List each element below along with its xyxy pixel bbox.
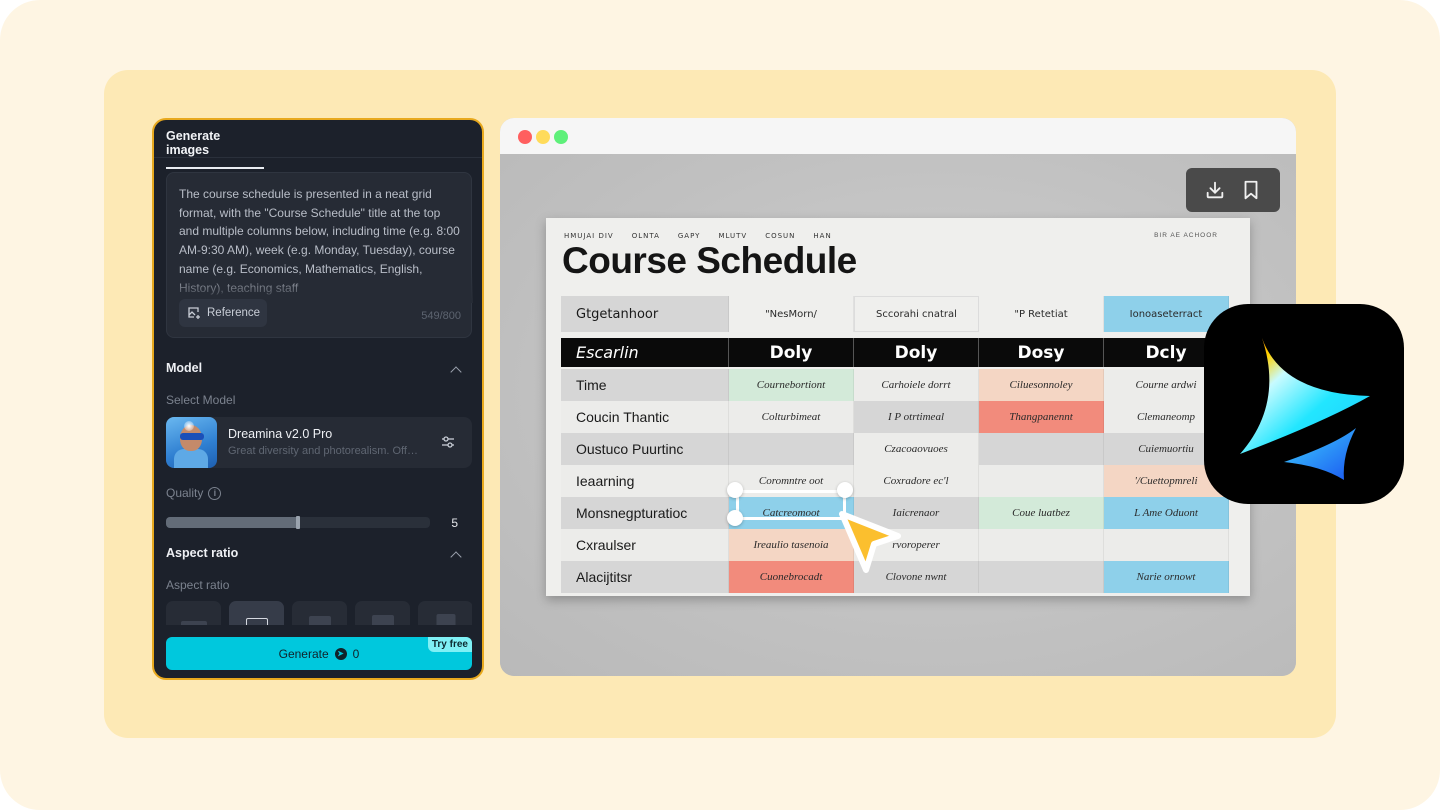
- schedule-top-row: Gtgetanhoor "NesMorn/Sccorahi cnatral "P R…: [561, 296, 1235, 332]
- schedule-row: Time Cournebortiont Carhoiele dorrt Cilueso…: [561, 369, 1235, 401]
- aspect-ratio-label: Aspect ratio: [166, 578, 230, 592]
- schedule-cell: [979, 561, 1104, 593]
- browser-title-bar: [500, 118, 1296, 154]
- schedule-row-label: Gtgetanhoor: [561, 296, 729, 332]
- aspect-section-title: Aspect ratio: [166, 546, 239, 560]
- schedule-cell: Carhoiele dorrt: [854, 369, 979, 401]
- star-logo-icon: [1240, 338, 1370, 480]
- schedule-cell: Ciluesonnoley: [979, 369, 1104, 401]
- schedule-nav-item: HAN: [813, 232, 832, 240]
- pointer-cursor-icon: [839, 511, 901, 573]
- schedule-cell: Colturbimeat: [729, 401, 854, 433]
- download-icon[interactable]: [1204, 179, 1226, 201]
- generated-image-area: HMUJAI DIV OLNTA GAPY MLUTV COSUN HAN BIR AE …: [500, 154, 1296, 676]
- quality-slider[interactable]: [166, 516, 430, 529]
- schedule-cell: "P Retetiat: [979, 296, 1104, 332]
- cell-selection-box[interactable]: [736, 490, 846, 520]
- schedule-cell: [979, 465, 1104, 497]
- model-selector[interactable]: Dreamina v2.0 Pro Great diversity and ph…: [166, 417, 472, 468]
- schedule-nav-item: MLUTV: [718, 232, 748, 240]
- aspect-option-1-1[interactable]: [418, 601, 472, 625]
- schedule-cell: [729, 433, 854, 465]
- quality-slider-fill: [166, 517, 298, 528]
- schedule-row-label: Ieaarning: [561, 465, 729, 497]
- aspect-option-3-2[interactable]: [292, 601, 347, 625]
- aspect-option-21-9[interactable]: [166, 601, 221, 625]
- schedule-cell: I P otrtimeal: [854, 401, 979, 433]
- schedule-nav-item: HMUJAI DIV: [564, 232, 614, 240]
- generate-label: Generate: [278, 646, 329, 661]
- model-name: Dreamina v2.0 Pro: [228, 427, 333, 441]
- schedule-cell: Dosy: [979, 338, 1104, 367]
- schedule-nav-item: GAPY: [677, 232, 701, 240]
- generate-button[interactable]: Generate 0 Try free: [166, 637, 472, 670]
- char-count: 549/800: [421, 310, 461, 322]
- image-add-icon: [188, 307, 200, 319]
- try-free-badge: Try free: [427, 637, 472, 652]
- schedule-nav-right: BIR AE ACHOOR: [1154, 232, 1218, 239]
- browser-window: HMUJAI DIV OLNTA GAPY MLUTV COSUN HAN BIR AE …: [500, 118, 1296, 676]
- model-section-title: Model: [166, 361, 203, 375]
- info-icon[interactable]: i: [208, 486, 222, 500]
- schedule-cell: Thangpanennt: [979, 401, 1104, 433]
- minimize-window-dot[interactable]: [536, 130, 550, 144]
- schedule-row: Ieaarning Coromntre oot Coxradore ec'l '/Cu…: [561, 465, 1235, 497]
- schedule-cell: Narie ornowt: [1104, 561, 1229, 593]
- schedule-row-label: Escarlin: [561, 338, 729, 367]
- schedule-cell: Doly: [729, 338, 854, 367]
- schedule-cell: Doly: [854, 338, 979, 367]
- reference-button[interactable]: Reference: [179, 299, 267, 327]
- schedule-cell: [979, 433, 1104, 465]
- reference-label: Reference: [207, 307, 261, 319]
- schedule-row-label: Alacijtitsr: [561, 561, 729, 593]
- chevron-up-icon[interactable]: [450, 366, 462, 378]
- schedule-title: Course Schedule: [562, 240, 857, 281]
- aspect-option-16-9[interactable]: [229, 601, 284, 625]
- dreamina-app-logo: [1204, 304, 1404, 504]
- maximize-window-dot[interactable]: [554, 130, 568, 144]
- schedule-row-label: Monsnegpturatioc: [561, 497, 729, 529]
- chevron-up-icon[interactable]: [450, 551, 462, 563]
- schedule-row-label: Cxraulser: [561, 529, 729, 561]
- tab-generate-images[interactable]: Generate images: [166, 129, 264, 169]
- schedule-nav-item: OLNTA: [631, 232, 660, 240]
- schedule-row: Coucin Thantic Colturbimeat I P otrtimeal T…: [561, 401, 1235, 433]
- image-action-bar: [1186, 168, 1280, 212]
- quality-label: Quality i: [166, 486, 222, 500]
- schedule-header-row: Escarlin Doly Doly Dosy Dcly: [561, 338, 1235, 367]
- selection-handle-top-right[interactable]: [837, 482, 853, 498]
- schedule-row: Oustuco Puurtinc Czacoaovuoes Cuiemuortiu: [561, 433, 1235, 465]
- schedule-cell: Cournebortiont: [729, 369, 854, 401]
- bookmark-icon[interactable]: [1240, 179, 1262, 201]
- generate-panel: Generate images The course schedule is p…: [152, 118, 484, 680]
- select-model-label: Select Model: [166, 393, 236, 407]
- quality-label-text: Quality: [166, 486, 204, 500]
- panel-tabs: Generate images: [154, 120, 482, 169]
- credit-icon: [334, 647, 347, 660]
- schedule-cell: [1104, 529, 1229, 561]
- schedule-cell: [979, 529, 1104, 561]
- credit-count: 0: [352, 646, 360, 661]
- prompt-box[interactable]: The course schedule is presented in a ne…: [166, 172, 473, 338]
- schedule-cell: Coue luatbez: [979, 497, 1104, 529]
- schedule-cell: Coxradore ec'l: [854, 465, 979, 497]
- schedule-nav: HMUJAI DIV OLNTA GAPY MLUTV COSUN HAN: [564, 232, 832, 240]
- schedule-row-label: Oustuco Puurtinc: [561, 433, 729, 465]
- selection-handle-top-left[interactable]: [727, 482, 743, 498]
- schedule-row-label: Time: [561, 369, 729, 401]
- quality-value: 5: [451, 516, 458, 530]
- schedule-cell: "NesMorn/: [729, 296, 854, 332]
- close-window-dot[interactable]: [518, 130, 532, 144]
- model-description: Great diversity and photorealism. Offers…: [228, 445, 424, 457]
- schedule-row-label: Coucin Thantic: [561, 401, 729, 433]
- model-thumbnail: [166, 417, 217, 468]
- sliders-settings-icon[interactable]: [440, 434, 456, 450]
- schedule-cell: Czacoaovuoes: [854, 433, 979, 465]
- schedule-cell: Sccorahi cnatral: [854, 296, 979, 332]
- aspect-option-4-3[interactable]: [355, 601, 410, 625]
- quality-slider-thumb[interactable]: [296, 516, 300, 529]
- selection-handle-bottom-left[interactable]: [727, 510, 743, 526]
- aspect-ratio-options: [166, 601, 472, 625]
- schedule-nav-item: COSUN: [765, 232, 796, 240]
